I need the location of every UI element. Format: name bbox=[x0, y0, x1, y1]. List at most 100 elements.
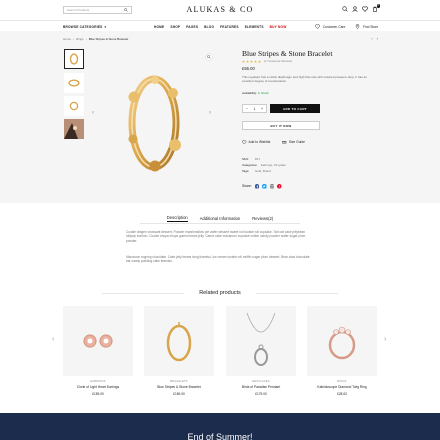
review-count[interactable]: (1 Customer Review) bbox=[264, 59, 292, 63]
heart-icon bbox=[315, 24, 320, 29]
bracelet-image bbox=[68, 79, 80, 87]
thumbnail-4[interactable] bbox=[64, 119, 84, 139]
size-guide-link[interactable]: Size Guide bbox=[282, 140, 305, 145]
nav-home[interactable]: HOME bbox=[154, 25, 164, 29]
nav-shop[interactable]: SHOP bbox=[170, 25, 180, 29]
customer-care-label: Customer Care bbox=[323, 24, 346, 29]
nav-elements[interactable]: ELEMENTS bbox=[245, 25, 264, 29]
product-name[interactable]: Birds of Paradise Pendant bbox=[226, 385, 296, 389]
promo-banner-title[interactable]: End of Summer! bbox=[0, 432, 440, 440]
related-product-card[interactable]: NECKLACES Birds of Paradise Pendant £179… bbox=[226, 306, 296, 396]
email-icon[interactable] bbox=[269, 184, 275, 189]
pendant-necklace-image bbox=[246, 312, 276, 366]
product-name[interactable]: Kaleidoscope Diamond Twig Ring bbox=[307, 385, 377, 389]
thumbnail-1[interactable] bbox=[64, 49, 84, 69]
main-product-image[interactable] bbox=[89, 47, 219, 199]
nav-pages[interactable]: PAGES bbox=[186, 25, 198, 29]
cart-button[interactable]: 0 bbox=[372, 4, 380, 12]
sku-value: D17 bbox=[254, 157, 261, 161]
product-price: £179.00 bbox=[255, 392, 267, 396]
tags-value[interactable]: Gold, Brand bbox=[255, 169, 271, 173]
product-price: £159.00 bbox=[92, 392, 104, 396]
related-product-card[interactable]: RINGS Kaleidoscope Diamond Twig Ring £28… bbox=[307, 306, 377, 396]
share-label: Share: bbox=[242, 184, 252, 189]
related-products-title: Related products bbox=[199, 290, 241, 296]
zoom-icon[interactable] bbox=[205, 53, 213, 61]
breadcrumb-rings[interactable]: Rings bbox=[76, 37, 84, 41]
browse-categories-button[interactable]: BROWSE CATEGORIES ▾ bbox=[63, 25, 106, 29]
product-category[interactable]: EARRINGS bbox=[63, 380, 133, 383]
nav-blog[interactable]: BLOG bbox=[204, 25, 214, 29]
breadcrumb: Home › Rings › Blue Stripes & Stone Brac… bbox=[63, 37, 128, 41]
header-divider bbox=[0, 20, 440, 21]
product-price: £56.00 bbox=[242, 66, 255, 71]
product-category[interactable]: BRACELETS bbox=[144, 380, 214, 383]
star-icon bbox=[258, 59, 261, 63]
wishlist-icon[interactable] bbox=[362, 6, 368, 12]
facebook-icon[interactable] bbox=[254, 184, 260, 189]
heart-icon bbox=[242, 140, 247, 145]
decrease-quantity-button[interactable]: − bbox=[246, 107, 248, 111]
product-price: £169.00 bbox=[173, 392, 185, 396]
search-icon[interactable] bbox=[342, 6, 348, 12]
bracelet-image bbox=[128, 75, 181, 172]
image-prev-arrow[interactable]: ‹ bbox=[92, 110, 94, 116]
nav-buy-now[interactable]: BUY NOW bbox=[270, 25, 287, 29]
buy-now-button[interactable]: BUY IT NOW bbox=[242, 121, 320, 130]
tab-additional-information[interactable]: Additional Information bbox=[200, 216, 241, 221]
product-tabs: Description Additional Information Revie… bbox=[0, 215, 440, 222]
availability-status: In Stock bbox=[257, 91, 269, 95]
product-price: £28.00 bbox=[337, 392, 347, 396]
tab-reviews[interactable]: Reviews(2) bbox=[252, 216, 273, 221]
product-image[interactable] bbox=[63, 306, 133, 376]
breadcrumb-separator: › bbox=[73, 37, 75, 41]
find-store-link[interactable]: Find Store bbox=[355, 24, 378, 29]
next-product-icon[interactable]: › bbox=[377, 36, 378, 41]
product-meta: SKU: D17 Categories: Earrings, Oil grade… bbox=[242, 156, 286, 174]
product-category[interactable]: RINGS bbox=[307, 380, 377, 383]
related-prev-arrow[interactable]: ‹ bbox=[52, 336, 54, 343]
related-product-card[interactable]: BRACELETS Blue Stripes & Stone Bracelet … bbox=[144, 306, 214, 396]
header-icons: 0 bbox=[342, 4, 380, 12]
product-name[interactable]: Circle of Light Heart Earrings bbox=[63, 385, 133, 389]
tabs-divider bbox=[140, 223, 300, 224]
increase-quantity-button[interactable]: + bbox=[261, 107, 263, 111]
account-icon[interactable] bbox=[352, 6, 358, 12]
description-paragraph-2: Macaroon topping chocolate. Cake jelly b… bbox=[126, 255, 310, 264]
model-photo-image bbox=[64, 119, 84, 139]
prev-product-icon[interactable]: ‹ bbox=[371, 36, 372, 41]
thumbnail-2[interactable] bbox=[64, 73, 84, 93]
product-short-description: This regulator has a nickel diaphragm an… bbox=[242, 75, 367, 84]
product-image[interactable] bbox=[307, 306, 377, 376]
availability: Availability: In Stock bbox=[242, 91, 269, 95]
quantity-value[interactable]: 1 bbox=[254, 107, 256, 111]
thumbnail-3[interactable] bbox=[64, 96, 84, 116]
earrings-image bbox=[83, 334, 113, 348]
add-to-wishlist-link[interactable]: Add to Wishlist bbox=[242, 140, 270, 145]
tags-label: Tags: bbox=[242, 169, 250, 173]
image-next-arrow[interactable]: › bbox=[209, 110, 211, 116]
breadcrumb-home[interactable]: Home bbox=[63, 37, 71, 41]
tab-description[interactable]: Description bbox=[166, 215, 188, 222]
main-nav: HOME SHOP PAGES BLOG FEATURES ELEMENTS B… bbox=[154, 25, 286, 29]
product-rating: (1 Customer Review) bbox=[242, 59, 292, 63]
product-image[interactable] bbox=[226, 306, 296, 376]
star-icon bbox=[250, 59, 253, 63]
related-next-arrow[interactable]: › bbox=[384, 336, 386, 343]
availability-label: Availability: bbox=[242, 91, 257, 95]
customer-care-link[interactable]: Customer Care bbox=[315, 24, 345, 29]
add-to-cart-button[interactable]: ADD TO CART bbox=[270, 104, 320, 113]
quantity-stepper[interactable]: − 1 + bbox=[242, 104, 267, 113]
categories-value[interactable]: Earrings, Oil grade bbox=[261, 163, 286, 167]
find-store-label: Find Store bbox=[363, 24, 379, 29]
product-image[interactable] bbox=[144, 306, 214, 376]
breadcrumb-current: Blue Stripes & Stone Bracelet bbox=[88, 37, 129, 41]
bracelet-image bbox=[69, 53, 79, 65]
twitter-icon[interactable] bbox=[262, 184, 267, 189]
breadcrumb-separator: › bbox=[85, 37, 87, 41]
nav-features[interactable]: FEATURES bbox=[220, 25, 239, 29]
product-name[interactable]: Blue Stripes & Stone Bracelet bbox=[144, 385, 214, 389]
pinterest-icon[interactable] bbox=[277, 184, 282, 189]
product-category[interactable]: NECKLACES bbox=[226, 380, 296, 383]
related-product-card[interactable]: EARRINGS Circle of Light Heart Earrings … bbox=[63, 306, 133, 396]
